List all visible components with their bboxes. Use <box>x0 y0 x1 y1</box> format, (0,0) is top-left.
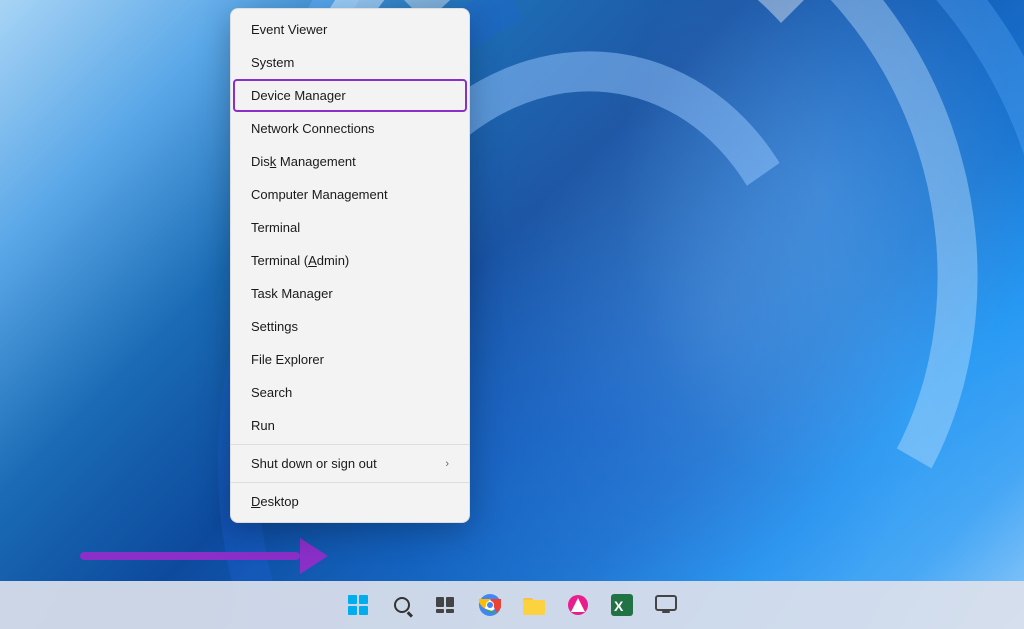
arrow-annotation <box>80 538 328 574</box>
menu-item-disk-management[interactable]: Disk Management <box>231 145 469 178</box>
menu-item-terminal[interactable]: Terminal <box>231 211 469 244</box>
menu-item-run[interactable]: Run <box>231 409 469 442</box>
app-button-1[interactable] <box>558 585 598 625</box>
menu-item-system[interactable]: System <box>231 46 469 79</box>
menu-item-terminal-admin[interactable]: Terminal (Admin) <box>231 244 469 277</box>
search-icon <box>394 597 410 613</box>
pointing-arrow <box>80 538 328 574</box>
submenu-arrow-icon: › <box>445 458 449 470</box>
menu-item-task-manager[interactable]: Task Manager <box>231 277 469 310</box>
svg-text:X: X <box>614 598 624 614</box>
task-view-button[interactable] <box>426 585 466 625</box>
desktop: Event Viewer System Device Manager Netwo… <box>0 0 1024 629</box>
taskbar: X <box>0 581 1024 629</box>
windows-logo-icon <box>348 595 368 615</box>
menu-item-file-explorer[interactable]: File Explorer <box>231 343 469 376</box>
monitor-icon <box>655 594 677 616</box>
excel-button[interactable]: X <box>602 585 642 625</box>
menu-item-shut-down[interactable]: Shut down or sign out › <box>231 447 469 480</box>
menu-item-computer-management[interactable]: Computer Management <box>231 178 469 211</box>
taskbar-search-button[interactable] <box>382 585 422 625</box>
menu-separator <box>231 444 469 445</box>
chrome-icon <box>479 594 501 616</box>
folder-icon <box>523 595 545 615</box>
swirl-decoration <box>0 0 1024 629</box>
chrome-button[interactable] <box>470 585 510 625</box>
menu-separator-2 <box>231 482 469 483</box>
file-explorer-button[interactable] <box>514 585 554 625</box>
app-icon-1 <box>567 594 589 616</box>
menu-item-settings[interactable]: Settings <box>231 310 469 343</box>
excel-icon: X <box>611 594 633 616</box>
menu-item-event-viewer[interactable]: Event Viewer <box>231 13 469 46</box>
menu-item-desktop[interactable]: Desktop <box>231 485 469 518</box>
arrow-line <box>80 552 300 560</box>
app-button-2[interactable] <box>646 585 686 625</box>
task-view-icon <box>436 597 456 613</box>
arrow-head <box>300 538 328 574</box>
context-menu: Event Viewer System Device Manager Netwo… <box>230 8 470 523</box>
menu-item-search[interactable]: Search <box>231 376 469 409</box>
start-button[interactable] <box>338 585 378 625</box>
menu-item-device-manager[interactable]: Device Manager <box>233 79 467 112</box>
menu-item-network-connections[interactable]: Network Connections <box>231 112 469 145</box>
